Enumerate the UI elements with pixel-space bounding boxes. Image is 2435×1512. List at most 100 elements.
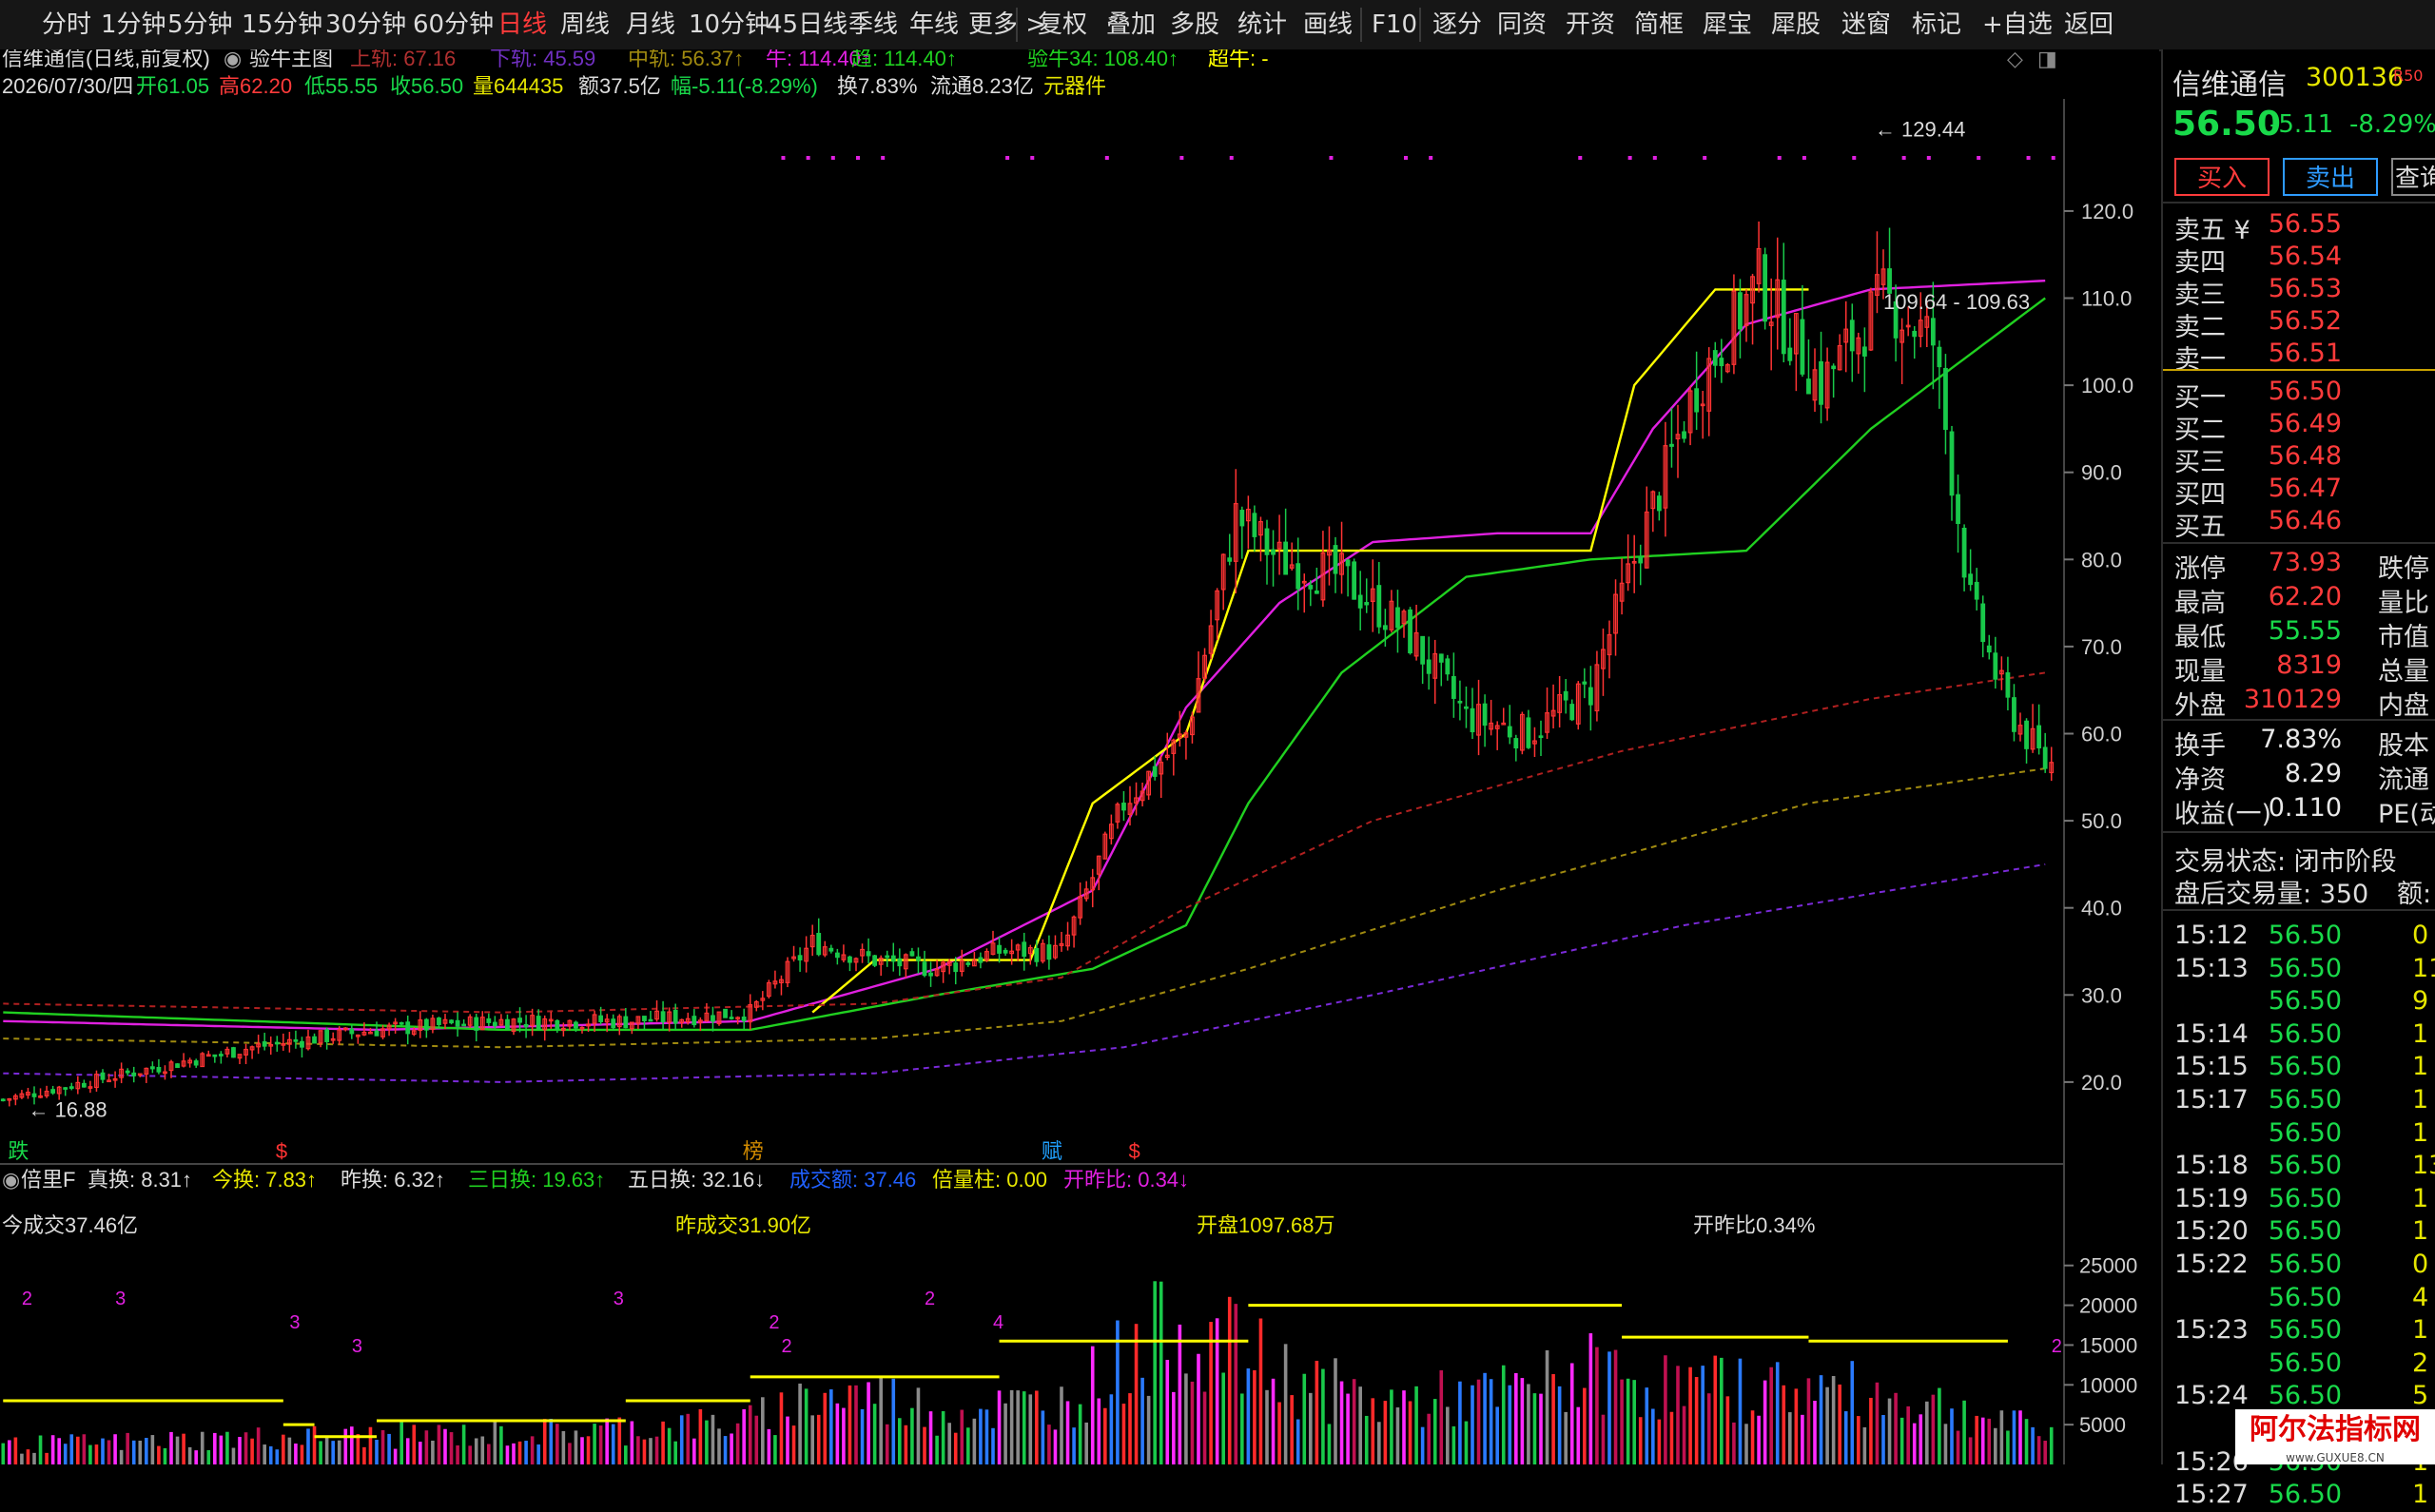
volume-bar [605,1418,609,1464]
diamond-icon[interactable]: ◇ [2007,49,2023,70]
toolbar-item-4[interactable]: 30分钟 [320,6,412,44]
candle-body [274,1041,280,1045]
toolbar-item-24[interactable]: 犀宝 [1697,6,1758,44]
candle-body [1682,431,1686,439]
toolbar-item-6[interactable]: 日线 [492,6,553,44]
sub-dropdown-icon[interactable]: ◉ [2,1168,20,1192]
toolbar-item-16[interactable]: 多股 [1164,6,1225,44]
volume-bar [1146,1395,1151,1464]
candle-body [1563,690,1568,701]
toolbar-item-8[interactable]: 月线 [620,6,681,44]
volume-bar [991,1427,995,1464]
price-tick-label: 100.0 [2081,374,2133,397]
volume-bar [711,1414,715,1464]
toolbar-item-14[interactable]: 复权 [1032,6,1093,44]
volume-bar [1588,1333,1593,1464]
volume-bar [175,1436,180,1464]
bar-low: 低55.55 [304,74,378,98]
volume-bar [972,1418,977,1464]
volume-bar [1975,1415,1978,1464]
toolbar-item-11[interactable]: 季线 [843,6,904,44]
volume-bar [1495,1406,1499,1464]
event-marker: 榜 [743,1139,764,1163]
volume-bar [1427,1413,1431,1464]
toolbar-item-15[interactable]: 叠加 [1101,6,1161,44]
sub-name[interactable]: 倍里F [21,1168,75,1192]
volume-bar [536,1444,540,1464]
tick-row: 15:15 56.50 1 [2174,1052,2435,1084]
tick-volume: 2 [2412,1347,2429,1378]
toolbar-item-1[interactable]: 1分钟 [95,6,172,44]
volume-bar [1371,1398,1375,1464]
candle-body [1569,704,1575,721]
signal-dot [1901,156,1906,160]
volume-bar [456,1444,459,1464]
volume-bar [730,1433,733,1464]
volume-bar [761,1397,765,1464]
volume-bar [872,1404,877,1464]
toolbar-item-21[interactable]: 同资 [1491,6,1552,44]
volume-bar [32,1452,36,1464]
tick-price: 56.50 [2268,1216,2342,1247]
signal-dot [1926,156,1931,160]
toolbar-item-3[interactable]: 15分钟 [236,6,328,44]
toolbar-item-2[interactable]: 5分钟 [162,6,239,44]
toolbar-item-17[interactable]: 统计 [1232,6,1293,44]
volume-bar [1109,1394,1114,1464]
volume-bar [916,1387,921,1464]
buy-button[interactable]: 买入 [2174,158,2269,196]
toolbar-item-10[interactable]: 45日线 [761,6,853,44]
tick-row: 56.50 9 [2174,986,2435,1018]
toolbar-item-12[interactable]: 年线 [904,6,964,44]
toolbar-item-5[interactable]: 60分钟 [407,6,499,44]
panel-toggle-icon[interactable]: ◨ [2037,49,2057,70]
volume-bar [1720,1357,1724,1464]
toolbar-item-29[interactable]: 返回 [2058,6,2119,44]
candle-body [68,1086,74,1089]
volume-bar [561,1430,566,1464]
stat2-label: 收益(一) [2174,800,2272,829]
volume-bar [468,1445,472,1464]
volume-bar [1140,1377,1144,1464]
orderbook-divider [2163,369,2435,371]
stat2-row: 收益(一)0.110 PE(动) [2174,793,2435,829]
indicator-name[interactable]: 验牛主图 [249,49,333,70]
stat-extra: 跌停 [2378,554,2429,584]
candle-body [611,1018,616,1029]
toolbar-item-26[interactable]: 迷窗 [1836,6,1897,44]
volume-bar [1197,1353,1200,1464]
tick-price: 56.50 [2268,1151,2342,1181]
tick-price: 56.50 [2268,1250,2342,1279]
volume-bar [1999,1410,2004,1464]
toolbar-item-0[interactable]: 分时 [36,6,97,44]
indicator-dropdown-icon[interactable]: ◉ [224,49,242,70]
event-marker: $ [1129,1139,1140,1163]
candle-body [965,962,971,965]
candle-body [1352,561,1357,600]
candle-body [1408,609,1412,654]
current-price: 56.50 [2172,105,2281,144]
volume-bar [630,1421,634,1464]
toolbar-item-28[interactable]: +自选 [1977,6,2058,44]
candle-body [1382,625,1388,630]
sell-button[interactable]: 卖出 [2283,158,2378,196]
volume-bar [343,1428,348,1464]
volume-bar [1651,1408,1655,1464]
sub-wu-ri-huan: 五日换: 32.16↓ [628,1168,765,1192]
toolbar-item-7[interactable]: 周线 [555,6,615,44]
volume-bar [1258,1318,1263,1464]
toolbar-item-27[interactable]: 标记 [1906,6,1967,44]
toolbar-item-20[interactable]: 逐分 [1427,6,1488,44]
candle-body [492,1021,497,1027]
toolbar-item-23[interactable]: 简框 [1628,6,1689,44]
volume-bar [194,1450,198,1464]
toolbar-item-18[interactable]: 画线 [1297,6,1358,44]
candle-body [449,1019,454,1024]
toolbar-item-19[interactable]: F10 [1366,6,1423,44]
query-button[interactable]: 查询 [2391,158,2435,196]
signal-dot [2051,156,2055,160]
toolbar-item-22[interactable]: 开资 [1560,6,1621,44]
toolbar-separator [1360,8,1362,42]
tick-row: 15:22 56.50 0 [2174,1250,2435,1282]
toolbar-item-25[interactable]: 犀股 [1765,6,1826,44]
